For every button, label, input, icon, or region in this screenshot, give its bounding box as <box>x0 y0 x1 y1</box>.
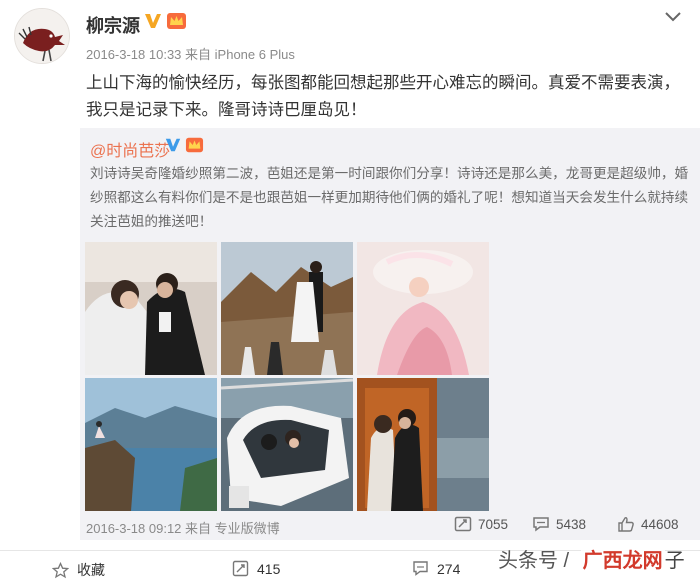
wedding-photo-pink-dress[interactable] <box>357 242 489 375</box>
post-meta: 2016-3-18 10:33 来自 iPhone 6 Plus <box>86 44 295 63</box>
like-count-button[interactable]: 44608 <box>617 516 679 532</box>
repost-text: 刘诗诗吴奇隆婚纱照第二波，芭姐还是第一时间跟你们分享！诗诗还是那么美，龙哥更是超… <box>90 166 689 229</box>
comment-icon <box>533 517 549 532</box>
repost-timestamp[interactable]: 2016-3-18 09:12 <box>86 521 181 536</box>
username[interactable]: 柳宗源 <box>86 12 140 38</box>
weibo-post: 柳宗源 2016-3-18 10:33 来自 iPhone 6 Plus 上山下… <box>0 0 700 585</box>
repost-icon <box>232 560 249 577</box>
wedding-photo-chess-mountain[interactable] <box>221 242 353 375</box>
comment-button[interactable]: 274 <box>412 560 460 577</box>
repost-count-button[interactable]: 7055 <box>454 516 508 532</box>
repost-button-count: 415 <box>257 560 281 577</box>
comment-icon <box>413 561 428 576</box>
wedding-photo-couple-indoor[interactable] <box>85 242 217 375</box>
wedding-photo-cliff-lake[interactable] <box>85 378 217 511</box>
comment-count: 5438 <box>556 516 587 532</box>
repost-footer: 2016-3-18 09:12 来自 专业版微博 7055 5438 44608 <box>80 512 700 538</box>
repost-username[interactable]: @时尚芭莎 <box>90 137 170 161</box>
repost-count: 7055 <box>478 516 509 532</box>
member-crown-icon[interactable] <box>185 136 204 154</box>
post-text: 上山下海的愉快经历，每张图都能回想起那些开心难忘的瞬间。真爱不需要表演，我只是记… <box>86 74 680 119</box>
like-count: 44608 <box>641 516 679 532</box>
watermark: 头条号 / 广西龙网子 <box>498 544 685 573</box>
wedding-photo-helicopter[interactable] <box>221 378 353 511</box>
repost-button[interactable]: 415 <box>232 560 280 577</box>
favorite-button[interactable]: 收藏 <box>52 560 105 580</box>
repost-source: 来自 专业版微博 <box>185 521 280 536</box>
verified-v-icon <box>164 136 182 154</box>
member-crown-icon[interactable] <box>166 11 187 31</box>
thumbs-up-icon <box>618 517 634 532</box>
chevron-down-icon[interactable] <box>663 10 683 24</box>
comment-count-button[interactable]: 5438 <box>532 516 586 532</box>
wedding-photo-wooden-door[interactable] <box>357 378 489 511</box>
comment-button-count: 274 <box>437 560 461 577</box>
watermark-site: 广西龙网 <box>580 550 665 572</box>
favorite-label: 收藏 <box>77 562 105 578</box>
verified-v-icon <box>143 11 163 31</box>
star-icon <box>52 561 69 578</box>
repost-meta: 2016-3-18 09:12 来自 专业版微博 <box>86 518 280 537</box>
post-source: 来自 iPhone 6 Plus <box>185 47 295 62</box>
watermark-prefix: 头条号 / <box>498 550 575 572</box>
post-timestamp[interactable]: 2016-3-18 10:33 <box>86 47 181 62</box>
watermark-tail: 子 <box>664 550 685 572</box>
repost-icon <box>454 516 472 532</box>
user-avatar[interactable] <box>14 8 70 64</box>
repost-card[interactable]: @时尚芭莎 刘诗诗吴奇隆婚纱照第二波，芭姐还是第一时间跟你们分享！诗诗还是那么美… <box>80 128 700 540</box>
